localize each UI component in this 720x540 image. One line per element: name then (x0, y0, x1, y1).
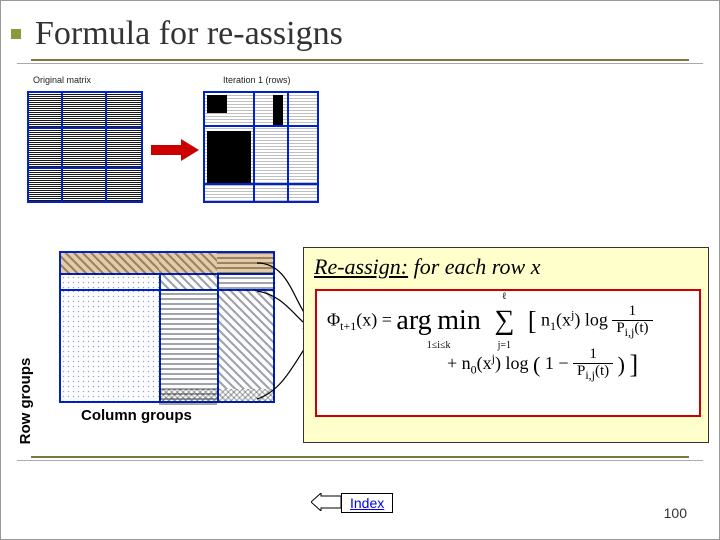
formula-row1: Φt+1(x) = arg min 1≤i≤k ∑ ℓ j=1 [ n1(xj)… (327, 299, 689, 344)
transform-arrow-icon (151, 139, 199, 161)
title-rule-outer (17, 63, 703, 64)
title-rule (31, 59, 689, 61)
matrix-a-label: Original matrix (33, 75, 91, 85)
sum-top: ℓ (502, 289, 507, 305)
frac1: 1 Pi,j(t) (612, 304, 652, 338)
frac2-num: 1 (573, 347, 613, 364)
p1-sub: i,j (625, 325, 635, 339)
page-number: 100 (664, 505, 687, 521)
frac2: 1 Pi,j(t) (573, 347, 613, 381)
footer-rule-outer (17, 460, 703, 461)
index-arrow-icon (311, 493, 341, 511)
frac1-num: 1 (612, 304, 652, 321)
n0-close: ) log (495, 353, 533, 373)
phi: Φ (327, 310, 340, 330)
frac2-den: Pi,j(t) (573, 364, 613, 382)
plus-n0: + n (447, 353, 471, 373)
row-groups-label: Row groups (17, 358, 34, 445)
paren-open: ( (533, 352, 540, 377)
n0-argopen: (x (477, 353, 492, 373)
sum-bot: j=1 (498, 338, 511, 354)
one-minus: 1 − (545, 353, 573, 373)
slide-title: Formula for re-assigns (1, 1, 719, 53)
bracket-close: ] (630, 350, 639, 379)
title-bullet (11, 29, 21, 39)
slide: Formula for re-assigns Original matrix I… (0, 0, 720, 540)
bracket-open: [ (528, 307, 537, 336)
matrix-b-label: Iteration 1 (rows) (223, 75, 291, 85)
sum-op: ∑ ℓ j=1 (494, 299, 514, 344)
matrix-figure: Original matrix Iteration 1 (rows) (23, 73, 323, 211)
callout-rest: for each row x (408, 254, 540, 279)
matrix-b (203, 91, 319, 203)
p2-sub: i,j (585, 368, 595, 382)
formula-box: Φt+1(x) = arg min 1≤i≤k ∑ ℓ j=1 [ n1(xj)… (315, 289, 701, 417)
cluster-diagram: Row groups Column groups (23, 251, 291, 451)
argmin-text: arg min (396, 305, 480, 336)
footer-rule (31, 456, 689, 458)
index-link[interactable]: Index (341, 493, 393, 513)
cluster-grid (59, 251, 275, 403)
n1-close: ) log (574, 310, 612, 330)
argmin-op: arg min 1≤i≤k (396, 299, 480, 344)
p1: P (616, 320, 624, 336)
p1-t: (t) (634, 320, 648, 336)
n1-argopen: (x (556, 310, 571, 330)
eq: (x) = (356, 310, 396, 330)
matrix-a (27, 91, 143, 203)
n1: n (541, 310, 550, 330)
callout-heading: Re-assign: for each row x (314, 254, 698, 280)
frac1-den: Pi,j(t) (612, 321, 652, 339)
column-groups-label: Column groups (81, 407, 192, 424)
callout-lead: Re-assign: (314, 254, 408, 279)
argmin-range: 1≤i≤k (427, 338, 451, 354)
phi-sub: t+1 (340, 319, 356, 333)
paren-close: ) (618, 352, 625, 377)
p2-t: (t) (595, 363, 609, 379)
